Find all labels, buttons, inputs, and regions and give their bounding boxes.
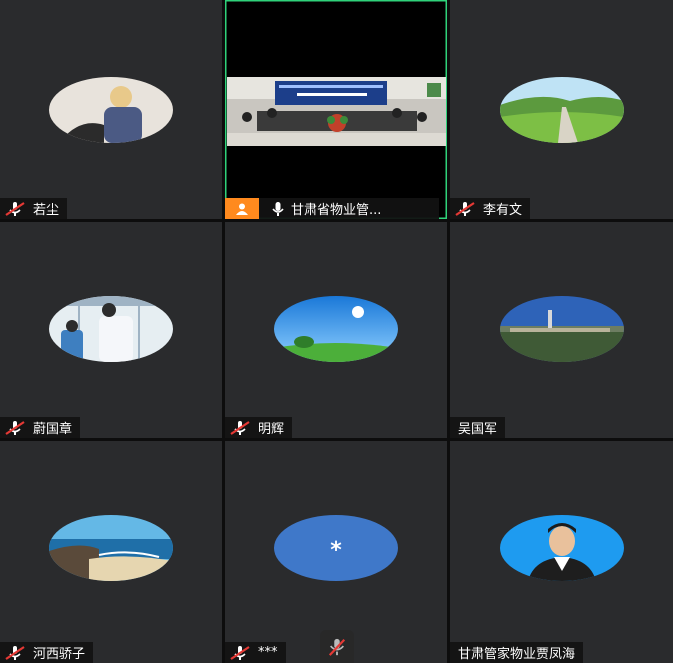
participant-tile-4[interactable]: 蔚国章: [0, 222, 222, 438]
participant-tile-6[interactable]: 吴国军: [450, 222, 673, 438]
participant-name: 明辉: [258, 422, 285, 437]
avatar-placeholder: *: [274, 515, 398, 581]
participant-tile-2[interactable]: 甘肃省物业管...: [225, 0, 447, 219]
host-icon: [225, 198, 259, 219]
avatar: [499, 296, 624, 362]
avatar: [49, 77, 173, 143]
mic-muted-icon: [4, 420, 26, 436]
participant-name-tag: 吴国军: [450, 417, 506, 438]
participant-tile-5[interactable]: 明辉: [225, 222, 447, 438]
participant-name-tag: 李有文: [450, 198, 531, 219]
avatar: [49, 296, 173, 362]
participant-name: 若尘: [33, 203, 60, 218]
participant-name-tag: ***: [225, 642, 286, 663]
avatar: [499, 515, 624, 581]
mute-toggle-button[interactable]: [320, 630, 354, 663]
mic-muted-icon: [4, 645, 26, 661]
participant-name: 甘肃管家物业贾凤海: [458, 647, 576, 662]
participant-name-tag: 甘肃管家物业贾凤海: [450, 642, 584, 663]
participant-name: 蔚国章: [33, 422, 73, 437]
mic-muted-icon: [229, 645, 251, 661]
participant-name: 吴国军: [458, 422, 498, 437]
participant-tile-9[interactable]: 甘肃管家物业贾凤海: [450, 441, 673, 663]
participant-tile-3[interactable]: 李有文: [450, 0, 673, 219]
shared-video-frame: [227, 77, 446, 146]
mic-muted-icon: [328, 638, 346, 656]
mic-muted-icon: [229, 420, 251, 436]
participant-tile-7[interactable]: 河西骄子: [0, 441, 222, 663]
participant-tile-1[interactable]: 若尘: [0, 0, 222, 219]
avatar-initial: *: [330, 538, 342, 563]
participant-name-tag: 甘肃省物业管...: [225, 198, 439, 219]
avatar: [499, 77, 624, 143]
participant-name: ***: [258, 645, 278, 660]
participant-grid: 若尘 甘肃省物业管... 李有文 蔚国章 明辉 吴国军 河西骄子 * *** 甘…: [0, 0, 673, 663]
mic-muted-icon: [454, 201, 476, 217]
mic-muted-icon: [4, 201, 26, 217]
avatar: [49, 515, 173, 581]
participant-name-tag: 若尘: [0, 198, 68, 219]
participant-name-tag: 蔚国章: [0, 417, 81, 438]
mic-icon: [267, 201, 284, 217]
participant-name: 甘肃省物业管...: [291, 203, 382, 218]
participant-name: 李有文: [483, 203, 523, 218]
participant-name-tag: 明辉: [225, 417, 293, 438]
participant-name: 河西骄子: [33, 647, 86, 662]
avatar: [274, 296, 398, 362]
participant-name-tag: 河西骄子: [0, 642, 94, 663]
